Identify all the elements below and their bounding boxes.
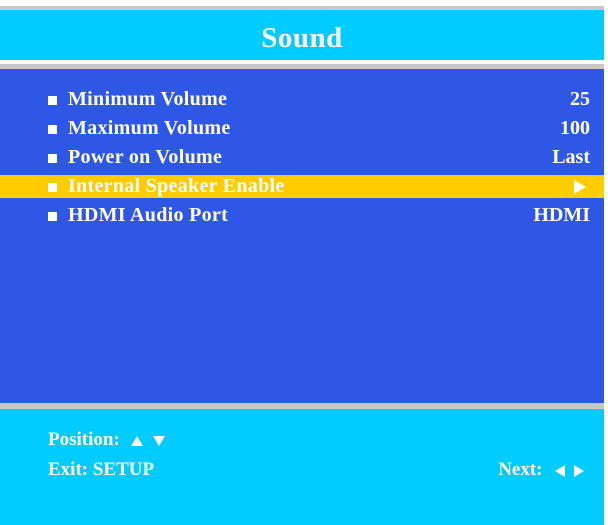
menu-item-internal-speaker-enable[interactable]: Internal Speaker Enable xyxy=(0,175,604,198)
menu-item-value: HDMI xyxy=(533,204,590,226)
position-label: Position: xyxy=(48,429,120,450)
arrow-right-icon xyxy=(574,464,584,477)
page-title: Sound xyxy=(261,22,343,54)
sound-osd-menu: Sound Minimum Volume 25 Maximum Volume 1… xyxy=(0,0,608,525)
position-hint: Position: xyxy=(48,429,166,451)
next-hint: Next: xyxy=(498,459,584,481)
menu-item-label: Power on Volume xyxy=(68,146,223,168)
footer-panel: Position: Exit: SETUP Next: xyxy=(0,403,604,525)
menu-item-power-on-volume[interactable]: Power on Volume Last xyxy=(0,146,604,169)
menu-list: Minimum Volume 25 Maximum Volume 100 Pow… xyxy=(0,88,604,233)
exit-hint: Exit: SETUP xyxy=(48,459,154,481)
bullet-icon xyxy=(48,212,57,221)
arrow-up-icon xyxy=(130,435,143,446)
menu-panel: Minimum Volume 25 Maximum Volume 100 Pow… xyxy=(0,64,604,403)
title-bar: Sound xyxy=(0,6,604,60)
bullet-icon xyxy=(48,183,57,192)
menu-item-value: Last xyxy=(552,146,590,168)
menu-item-label: HDMI Audio Port xyxy=(68,204,229,226)
menu-item-maximum-volume[interactable]: Maximum Volume 100 xyxy=(0,117,604,140)
arrow-left-icon xyxy=(555,464,566,477)
bullet-icon xyxy=(48,125,57,134)
arrow-down-icon xyxy=(153,435,166,446)
menu-item-label: Maximum Volume xyxy=(68,117,231,139)
exit-label: Exit: SETUP xyxy=(48,459,155,480)
arrow-right-icon xyxy=(574,180,586,194)
bullet-icon xyxy=(48,154,57,163)
menu-item-value: 25 xyxy=(570,88,590,110)
next-label: Next: xyxy=(498,459,543,480)
menu-item-label: Internal Speaker Enable xyxy=(68,175,285,197)
menu-item-minimum-volume[interactable]: Minimum Volume 25 xyxy=(0,88,604,111)
bullet-icon xyxy=(48,96,57,105)
menu-item-hdmi-audio-port[interactable]: HDMI Audio Port HDMI xyxy=(0,204,604,227)
menu-item-value: 100 xyxy=(560,117,590,139)
menu-item-label: Minimum Volume xyxy=(68,88,228,110)
